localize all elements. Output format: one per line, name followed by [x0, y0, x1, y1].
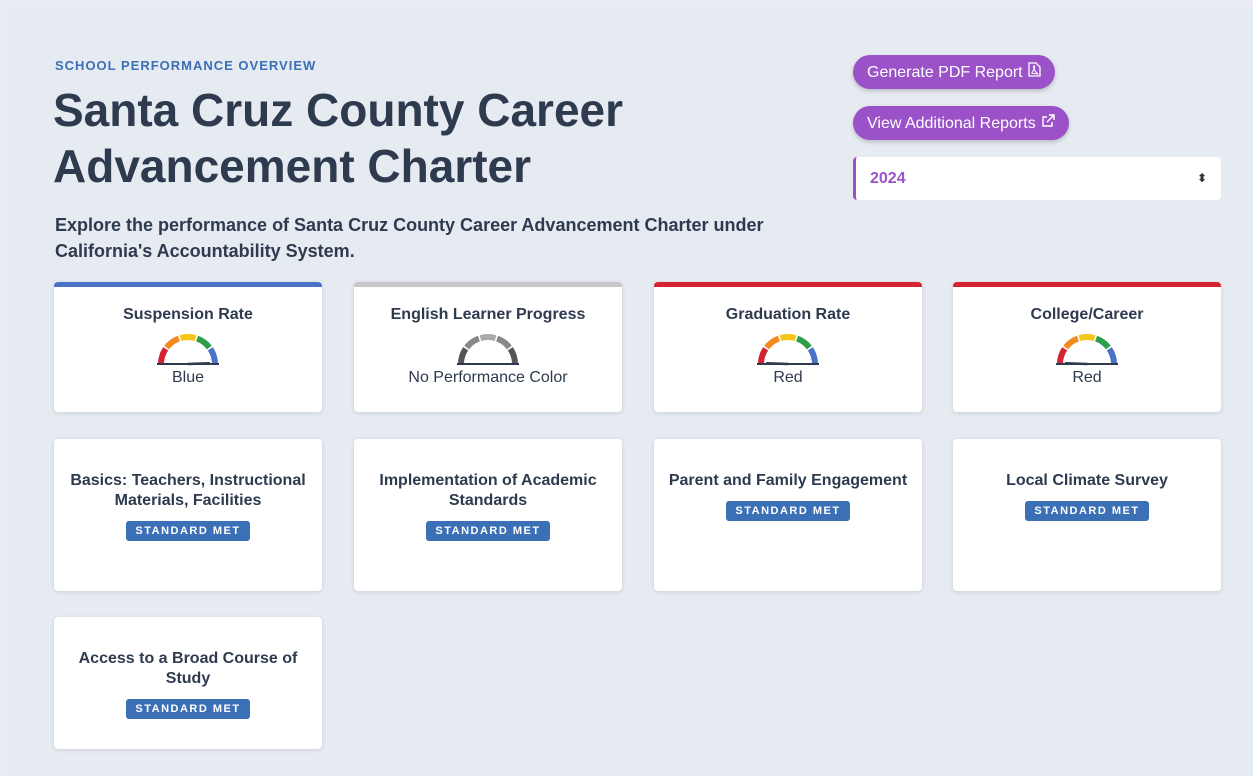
- select-arrows-icon: ⬍: [1196, 171, 1207, 185]
- view-additional-reports-button[interactable]: View Additional Reports: [853, 106, 1069, 140]
- eyebrow-label: SCHOOL PERFORMANCE OVERVIEW: [55, 58, 317, 73]
- gauge-icon: [757, 334, 819, 366]
- status-badge: STANDARD MET: [726, 501, 850, 521]
- local-indicator-title: Local Climate Survey: [1006, 472, 1168, 489]
- indicator-card[interactable]: English Learner Progress No Performance C…: [354, 282, 622, 412]
- external-link-icon: [1041, 106, 1055, 140]
- page-title: Santa Cruz County Career Advancement Cha…: [53, 84, 624, 192]
- indicator-title: Graduation Rate: [725, 306, 851, 323]
- indicator-title: English Learner Progress: [390, 306, 586, 323]
- page-subtitle: Explore the performance of Santa Cruz Co…: [55, 215, 764, 261]
- local-indicator-title: Parent and Family Engagement: [668, 472, 908, 489]
- indicator-color-label: Blue: [171, 369, 205, 386]
- year-select-value: 2024: [870, 170, 906, 187]
- gauge-icon: [157, 334, 219, 366]
- local-indicator-card[interactable]: Parent and Family Engagement STANDARD MET: [654, 439, 922, 591]
- indicator-card[interactable]: College/Career Red: [953, 282, 1221, 412]
- indicator-color-label: Red: [773, 369, 803, 386]
- status-badge: STANDARD MET: [1025, 501, 1149, 521]
- indicator-title: Suspension Rate: [123, 306, 253, 323]
- status-badge: STANDARD MET: [126, 521, 250, 541]
- status-badge: STANDARD MET: [126, 699, 250, 719]
- pdf-file-icon: [1027, 55, 1041, 89]
- indicator-card[interactable]: Graduation Rate Red: [654, 282, 922, 412]
- local-indicator-title: Basics: Teachers, Instructional Material…: [70, 472, 306, 509]
- local-indicator-card[interactable]: Access to a Broad Course of Study STANDAR…: [54, 617, 322, 749]
- indicator-card[interactable]: Suspension Rate Blue: [54, 282, 322, 412]
- year-select[interactable]: 2024 ⬍: [853, 157, 1221, 200]
- local-indicator-title: Access to a Broad Course of Study: [78, 650, 298, 687]
- indicator-color-label: Red: [1072, 369, 1102, 386]
- generate-pdf-label: Generate PDF Report: [867, 64, 1023, 81]
- status-badge: STANDARD MET: [426, 521, 550, 541]
- indicator-color-label: No Performance Color: [408, 369, 568, 386]
- indicator-title: College/Career: [1030, 306, 1144, 323]
- generate-pdf-button[interactable]: Generate PDF Report: [853, 55, 1055, 89]
- local-indicator-title: Implementation of Academic Standards: [379, 472, 597, 509]
- local-indicator-card[interactable]: Local Climate Survey STANDARD MET: [953, 439, 1221, 591]
- local-indicator-card[interactable]: Implementation of Academic Standards STAN…: [354, 439, 622, 591]
- gauge-icon: [457, 334, 519, 365]
- view-reports-label: View Additional Reports: [867, 115, 1036, 132]
- local-indicator-card[interactable]: Basics: Teachers, Instructional Material…: [54, 439, 322, 591]
- gauge-icon: [1056, 334, 1118, 366]
